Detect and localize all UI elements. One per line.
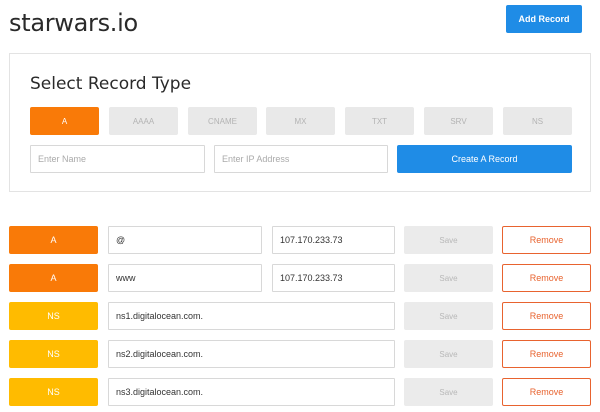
domain-title: starwars.io xyxy=(9,9,138,37)
save-button[interactable]: Save xyxy=(404,226,493,254)
record-name-input[interactable] xyxy=(108,340,395,368)
remove-button[interactable]: Remove xyxy=(502,378,591,406)
record-type-badge[interactable]: A xyxy=(9,264,98,292)
record-type-a-button[interactable]: A xyxy=(30,107,99,135)
record-row: NS Save Remove xyxy=(0,378,600,406)
remove-button[interactable]: Remove xyxy=(502,264,591,292)
save-button[interactable]: Save xyxy=(404,340,493,368)
record-name-input[interactable] xyxy=(108,302,395,330)
record-type-badge[interactable]: A xyxy=(9,226,98,254)
record-type-badge[interactable]: NS xyxy=(9,378,98,406)
record-type-txt-button[interactable]: TXT xyxy=(345,107,414,135)
save-button[interactable]: Save xyxy=(404,378,493,406)
record-type-ns-button[interactable]: NS xyxy=(503,107,572,135)
record-type-badge[interactable]: NS xyxy=(9,340,98,368)
remove-button[interactable]: Remove xyxy=(502,226,591,254)
record-name-input[interactable] xyxy=(108,226,262,254)
record-type-cname-button[interactable]: CNAME xyxy=(188,107,257,135)
record-row: NS Save Remove xyxy=(0,302,600,330)
record-name-input[interactable] xyxy=(108,378,395,406)
record-type-srv-button[interactable]: SRV xyxy=(424,107,493,135)
remove-button[interactable]: Remove xyxy=(502,302,591,330)
record-type-badge[interactable]: NS xyxy=(9,302,98,330)
record-row: NS Save Remove xyxy=(0,340,600,368)
enter-ip-address-input[interactable] xyxy=(214,145,388,173)
record-type-mx-button[interactable]: MX xyxy=(266,107,335,135)
record-name-input[interactable] xyxy=(108,264,262,292)
create-record-button[interactable]: Create A Record xyxy=(397,145,572,173)
save-button[interactable]: Save xyxy=(404,302,493,330)
enter-name-input[interactable] xyxy=(30,145,205,173)
select-record-type-panel: Select Record Type A AAAA CNAME MX TXT S… xyxy=(9,53,591,192)
add-record-button[interactable]: Add Record xyxy=(506,5,582,33)
select-record-type-title: Select Record Type xyxy=(30,74,192,94)
record-value-input[interactable] xyxy=(272,226,395,254)
record-value-input[interactable] xyxy=(272,264,395,292)
record-row: A Save Remove xyxy=(0,226,600,254)
save-button[interactable]: Save xyxy=(404,264,493,292)
record-type-aaaa-button[interactable]: AAAA xyxy=(109,107,178,135)
record-row: A Save Remove xyxy=(0,264,600,292)
remove-button[interactable]: Remove xyxy=(502,340,591,368)
